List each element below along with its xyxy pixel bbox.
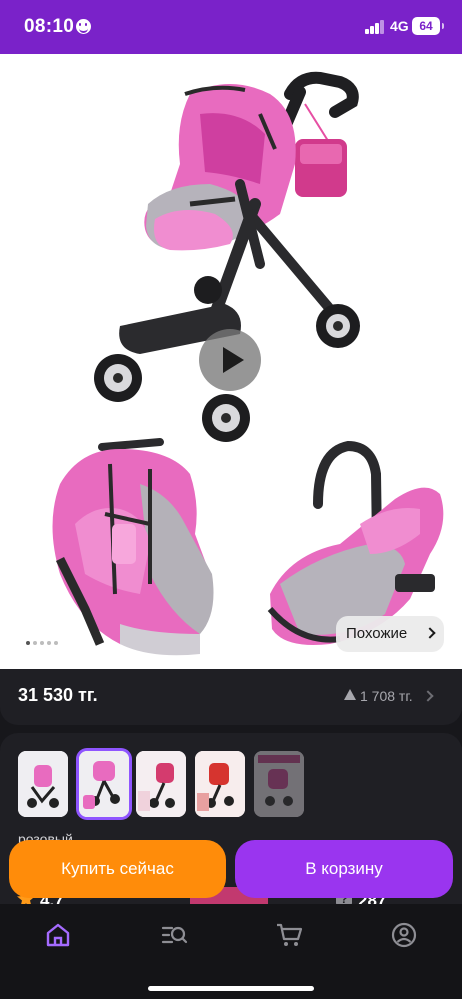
status-bar: 08:10 4G 64: [0, 0, 462, 54]
gallery-dot: [33, 641, 37, 645]
variant-thumbnail[interactable]: [136, 751, 186, 817]
share-icon: [423, 73, 445, 101]
gallery-dot: [47, 641, 51, 645]
gallery-dots: [26, 641, 66, 647]
favorite-button[interactable]: [356, 68, 396, 108]
status-time: 08:10: [24, 16, 75, 37]
gallery-dot: [26, 641, 30, 645]
share-button[interactable]: [414, 68, 454, 108]
cart-icon: [277, 923, 303, 946]
nav-profile[interactable]: [389, 920, 419, 950]
buy-now-button[interactable]: Купить сейчас: [9, 840, 226, 898]
variants-card: розовый 4.7 ? 287: [0, 733, 462, 933]
chevron-right-icon: [422, 690, 434, 702]
chevron-right-icon: [424, 627, 436, 639]
price-card[interactable]: 31 530 тг. 1 708 тг.: [0, 669, 462, 725]
nav-cart[interactable]: [274, 920, 304, 950]
home-indicator: [148, 986, 314, 991]
gallery-dot: [54, 641, 58, 645]
variant-thumbnail-selected[interactable]: [79, 751, 129, 817]
nav-home[interactable]: [43, 920, 73, 950]
similar-label: Похожие: [346, 625, 408, 642]
add-to-cart-button[interactable]: В корзину: [235, 840, 453, 898]
home-icon: [46, 923, 70, 947]
variant-thumbnail[interactable]: [195, 751, 245, 817]
play-video-button[interactable]: [199, 329, 261, 391]
app-screen: { "status_bar": { "time": "08:10", "netw…: [0, 0, 462, 999]
product-price: 31 530 тг.: [18, 685, 98, 705]
similar-button[interactable]: Похожие: [336, 616, 444, 652]
product-gallery[interactable]: Похожие: [0, 54, 462, 669]
battery-icon: 64: [412, 17, 444, 35]
gallery-dot: [40, 641, 44, 645]
car-seat-image-left: [52, 438, 214, 656]
nav-catalog[interactable]: [159, 920, 189, 950]
bottom-navigation: [0, 904, 462, 999]
smiley-icon: [76, 19, 91, 34]
back-button[interactable]: [8, 68, 48, 108]
price-delta: 1 708 тг.: [360, 688, 413, 704]
variant-thumbnail[interactable]: [254, 751, 304, 817]
price-up-icon: [344, 689, 356, 700]
profile-icon: [391, 922, 417, 948]
network-type: 4G: [390, 18, 409, 34]
variant-thumbnail[interactable]: [18, 751, 68, 817]
heart-icon: [361, 75, 391, 101]
chevron-left-icon: [20, 76, 34, 100]
signal-icon: [365, 20, 385, 34]
catalog-search-icon: [161, 926, 188, 944]
